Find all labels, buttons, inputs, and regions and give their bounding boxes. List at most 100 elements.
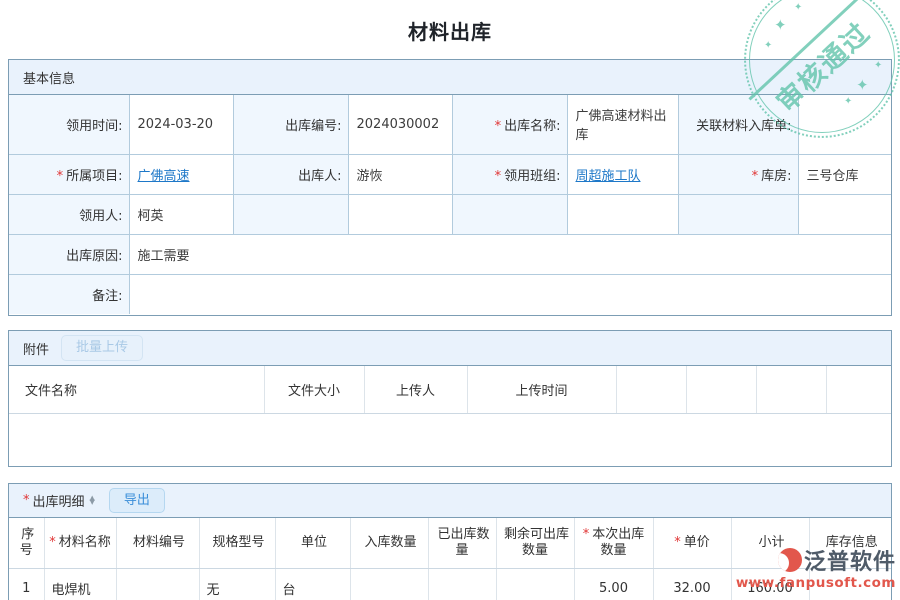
- header-text: 本次出库数量: [592, 527, 644, 558]
- attachments-table: 文件名称 文件大小 上传人 上传时间: [9, 366, 891, 414]
- cell-material-code: [116, 569, 199, 600]
- label-text: 关联材料入库单:: [696, 119, 791, 134]
- column-header-upload-time: 上传时间: [467, 366, 616, 414]
- attachments-title: 附件: [23, 339, 49, 358]
- empty-label-cell: [678, 194, 798, 234]
- header-text: 序号: [20, 527, 35, 558]
- field-label: *所属项目:: [9, 154, 129, 194]
- table-row: 领用时间: 2024-03-20 出库编号: 2024030002 *出库名称:…: [9, 95, 891, 154]
- star-icon: ✦: [794, 2, 802, 13]
- column-header-unit: 单位: [275, 518, 350, 569]
- required-marker: *: [583, 527, 590, 542]
- empty-value-cell: [348, 194, 452, 234]
- logo-url: www.fanpusoft.com: [736, 575, 896, 591]
- label-text: 库房:: [761, 169, 791, 184]
- column-header-file-size: 文件大小: [264, 366, 364, 414]
- table-row: *所属项目: 广佛高速 出库人: 游恢 *领用班组: 周超施工队 *库房: 三号…: [9, 154, 891, 194]
- empty-value-cell: [798, 194, 891, 234]
- label-text: 出库原因:: [66, 249, 122, 264]
- label-text: 领用班组:: [504, 169, 560, 184]
- label-text: 出库人:: [298, 169, 341, 184]
- header-text: 单价: [684, 535, 710, 550]
- field-label: 出库人:: [233, 154, 348, 194]
- label-text: 所属项目:: [66, 169, 122, 184]
- header-text: 规格型号: [212, 535, 264, 550]
- attachments-header-row: 文件名称 文件大小 上传人 上传时间: [9, 366, 891, 414]
- field-label: 领用人:: [9, 194, 129, 234]
- logo-row: 泛普软件: [736, 544, 896, 576]
- logo-name: 泛普软件: [804, 544, 896, 576]
- column-header-remaining-qty: 剩余可出库数量: [496, 518, 574, 569]
- sort-icon[interactable]: ▲▼: [90, 497, 95, 505]
- material-outbound-page: 材料出库 基本信息 领用时间: 2024-03-20 出库编号: 2024030…: [0, 0, 900, 600]
- column-header-empty: [826, 366, 891, 414]
- column-header-spec-model: 规格型号: [199, 518, 275, 569]
- header-text: 材料编号: [133, 535, 185, 550]
- column-header-outbound-qty: 已出库数量: [428, 518, 496, 569]
- cell-this-outbound-qty: 5.00: [574, 569, 653, 600]
- required-marker: *: [752, 169, 759, 184]
- page-title: 材料出库: [0, 16, 900, 45]
- header-text: 单位: [301, 535, 327, 550]
- required-marker: *: [495, 169, 502, 184]
- column-header-material-code: 材料编号: [116, 518, 199, 569]
- details-title: 出库明细: [33, 491, 85, 510]
- field-label: 领用时间:: [9, 95, 129, 154]
- column-header-empty: [756, 366, 826, 414]
- team-link[interactable]: 周超施工队: [576, 169, 641, 184]
- field-value: [129, 274, 891, 314]
- field-label: *出库名称:: [452, 95, 567, 154]
- header-text: 已出库数量: [437, 527, 489, 558]
- field-value: [798, 95, 891, 154]
- required-marker: *: [674, 535, 681, 550]
- column-header-inbound-qty: 入库数量: [350, 518, 428, 569]
- header-text: 入库数量: [364, 535, 416, 550]
- field-value: 2024-03-20: [129, 95, 233, 154]
- column-header-material-name: *材料名称: [44, 518, 116, 569]
- field-value: 2024030002: [348, 95, 452, 154]
- table-row: 备注:: [9, 274, 891, 314]
- field-label: 备注:: [9, 274, 129, 314]
- label-text: 领用时间:: [66, 119, 122, 134]
- field-value: 周超施工队: [567, 154, 678, 194]
- field-label: 出库编号:: [233, 95, 348, 154]
- field-value: 施工需要: [129, 234, 891, 274]
- basic-info-table: 领用时间: 2024-03-20 出库编号: 2024030002 *出库名称:…: [9, 95, 891, 314]
- basic-info-section: 基本信息 领用时间: 2024-03-20 出库编号: 2024030002 *…: [8, 59, 892, 316]
- cell-seq: 1: [9, 569, 44, 600]
- cell-unit-price: 32.00: [653, 569, 731, 600]
- cell-spec-model: 无: [199, 569, 275, 600]
- cell-material-name: 电焊机: [44, 569, 116, 600]
- basic-info-header: 基本信息: [9, 60, 891, 95]
- attachments-header: 附件 批量上传: [9, 331, 891, 366]
- attachments-section: 附件 批量上传 文件名称 文件大小 上传人 上传时间: [8, 330, 892, 467]
- field-value: 三号仓库: [798, 154, 891, 194]
- field-value: 广佛高速材料出库: [567, 95, 678, 154]
- table-row: 出库原因: 施工需要: [9, 234, 891, 274]
- column-header-unit-price: *单价: [653, 518, 731, 569]
- column-header-empty: [616, 366, 686, 414]
- sort-down-arrow: ▼: [90, 501, 95, 505]
- cell-unit: 台: [275, 569, 350, 600]
- field-label: *库房:: [678, 154, 798, 194]
- field-label: 关联材料入库单:: [678, 95, 798, 154]
- export-button[interactable]: 导出: [109, 488, 165, 514]
- empty-label-cell: [452, 194, 567, 234]
- column-header-empty: [686, 366, 756, 414]
- cell-inbound-qty: [350, 569, 428, 600]
- label-text: 出库编号:: [285, 119, 341, 134]
- batch-upload-button[interactable]: 批量上传: [61, 335, 143, 361]
- column-header-seq: 序号: [9, 518, 44, 569]
- project-link[interactable]: 广佛高速: [138, 169, 190, 184]
- field-value: 游恢: [348, 154, 452, 194]
- field-label: *领用班组:: [452, 154, 567, 194]
- column-header-uploader: 上传人: [364, 366, 467, 414]
- required-marker: *: [23, 493, 30, 508]
- header-text: 剩余可出库数量: [504, 527, 569, 558]
- required-marker: *: [57, 169, 64, 184]
- details-header: * 出库明细 ▲▼ 导出: [9, 484, 891, 518]
- required-marker: *: [495, 119, 502, 134]
- column-header-file-name: 文件名称: [9, 366, 264, 414]
- field-value: 柯英: [129, 194, 233, 234]
- fanpu-logo: 泛普软件 www.fanpusoft.com: [736, 544, 896, 591]
